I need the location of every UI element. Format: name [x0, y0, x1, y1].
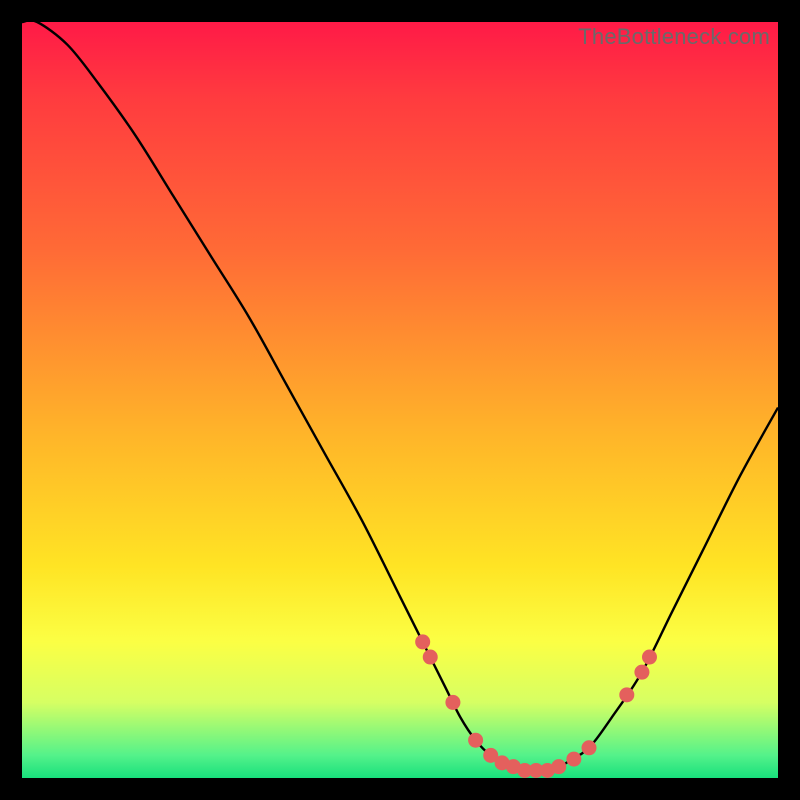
curve-dot: [619, 687, 634, 702]
curve-line: [22, 20, 778, 771]
curve-dot: [582, 740, 597, 755]
curve-dot: [423, 650, 438, 665]
plot-area: TheBottleneck.com: [22, 22, 778, 778]
curve-dot: [445, 695, 460, 710]
curve-dot: [566, 752, 581, 767]
curve-dot: [634, 665, 649, 680]
bottleneck-curve: [22, 22, 778, 778]
curve-dot: [415, 634, 430, 649]
chart-frame: TheBottleneck.com: [0, 0, 800, 800]
curve-dot: [551, 759, 566, 774]
curve-dot: [642, 650, 657, 665]
curve-dot: [468, 733, 483, 748]
